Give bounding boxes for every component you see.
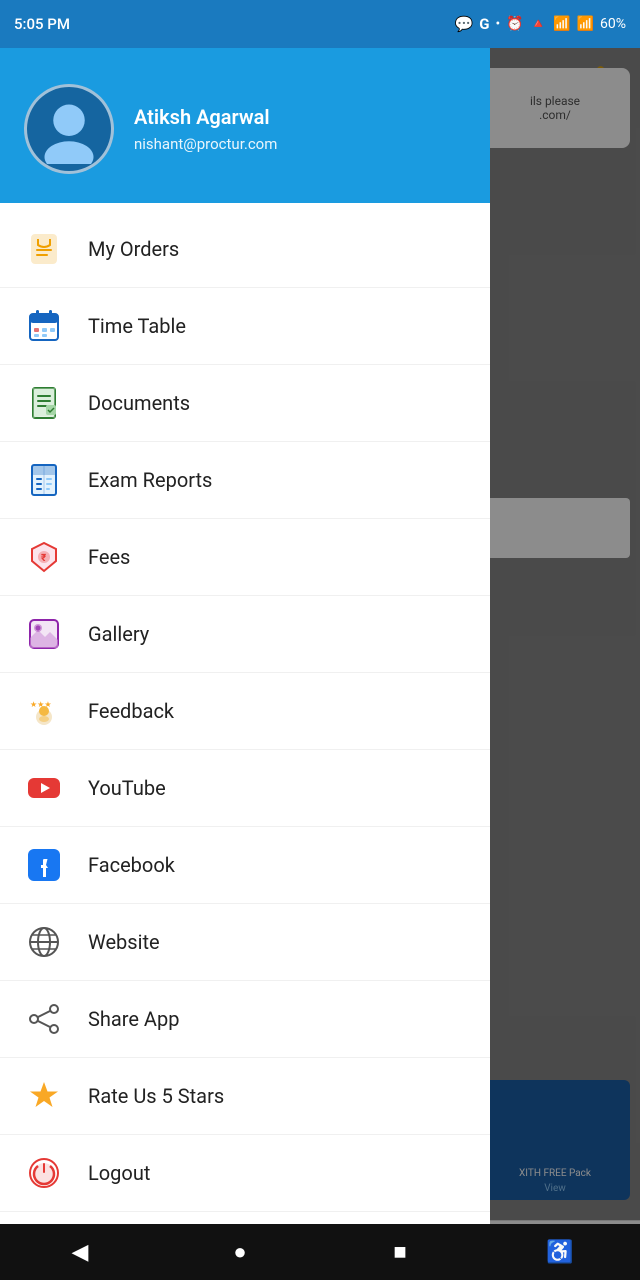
- logout-icon: [24, 1153, 64, 1193]
- share-app-label: Share App: [88, 1007, 179, 1031]
- navigation-bar: ◀ ● ■ ♿: [0, 1224, 640, 1280]
- exam-reports-label: Exam Reports: [88, 468, 212, 492]
- wifi-icon: 📶: [553, 16, 570, 32]
- my-orders-label: My Orders: [88, 237, 179, 261]
- feedback-icon: ★★★: [24, 691, 64, 731]
- menu-item-fees[interactable]: ₹ Fees: [0, 519, 490, 596]
- exam-reports-icon: [24, 460, 64, 500]
- home-button[interactable]: ●: [205, 1224, 275, 1280]
- feedback-label: Feedback: [88, 699, 174, 723]
- signal-bars-icon: 📶: [577, 16, 594, 32]
- user-email: nishant@proctur.com: [134, 135, 277, 153]
- g-icon: G: [479, 15, 489, 33]
- status-icons: 💬 G • ⏰ 🔺 📶 📶 60%: [455, 15, 626, 33]
- battery-icon: 60%: [600, 16, 626, 32]
- back-button[interactable]: ◀: [45, 1224, 115, 1280]
- drawer-header: Atiksh Agarwal nishant@proctur.com: [0, 48, 490, 203]
- avatar: [24, 84, 114, 174]
- my-orders-icon: [24, 229, 64, 269]
- menu-item-facebook[interactable]: Facebook: [0, 827, 490, 904]
- website-icon: [24, 922, 64, 962]
- home-icon: ●: [233, 1239, 246, 1265]
- facebook-icon: [24, 845, 64, 885]
- drawer-overlay[interactable]: [490, 48, 640, 1280]
- recents-icon: ■: [393, 1239, 406, 1265]
- menu-item-youtube[interactable]: YouTube: [0, 750, 490, 827]
- status-time: 5:05 PM: [14, 15, 70, 33]
- facebook-label: Facebook: [88, 853, 175, 877]
- youtube-label: YouTube: [88, 776, 166, 800]
- fees-icon: ₹: [24, 537, 64, 577]
- gallery-icon: [24, 614, 64, 654]
- menu-item-documents[interactable]: Documents: [0, 365, 490, 442]
- menu-item-exam-reports[interactable]: Exam Reports: [0, 442, 490, 519]
- menu-item-time-table[interactable]: Time Table: [0, 288, 490, 365]
- menu-item-gallery[interactable]: Gallery: [0, 596, 490, 673]
- accessibility-button[interactable]: ♿: [525, 1224, 595, 1280]
- gallery-label: Gallery: [88, 622, 149, 646]
- menu-item-rate-us[interactable]: Rate Us 5 Stars: [0, 1058, 490, 1135]
- menu-item-website[interactable]: Website: [0, 904, 490, 981]
- menu-item-feedback[interactable]: ★★★ Feedback: [0, 673, 490, 750]
- time-table-icon: [24, 306, 64, 346]
- menu-item-share-app[interactable]: Share App: [0, 981, 490, 1058]
- documents-icon: [24, 383, 64, 423]
- youtube-icon: [24, 768, 64, 808]
- time-table-label: Time Table: [88, 314, 186, 338]
- user-name: Atiksh Agarwal: [134, 105, 277, 129]
- alarm-icon: ⏰: [506, 16, 523, 32]
- accessibility-icon: ♿: [546, 1240, 573, 1265]
- back-icon: ◀: [72, 1240, 89, 1265]
- svg-text:★★★: ★★★: [30, 700, 52, 709]
- menu-item-my-orders[interactable]: My Orders: [0, 211, 490, 288]
- menu-list: My Orders Time Table: [0, 203, 490, 1280]
- navigation-drawer: Atiksh Agarwal nishant@proctur.com My Or…: [0, 48, 490, 1280]
- status-bar: 5:05 PM 💬 G • ⏰ 🔺 📶 📶 60%: [0, 0, 640, 48]
- logout-label: Logout: [88, 1161, 150, 1185]
- user-info: Atiksh Agarwal nishant@proctur.com: [134, 105, 277, 153]
- fees-label: Fees: [88, 545, 130, 569]
- whatsapp-icon: 💬: [455, 15, 474, 33]
- menu-item-logout[interactable]: Logout: [0, 1135, 490, 1212]
- dot-icon: •: [496, 16, 501, 32]
- share-app-icon: [24, 999, 64, 1039]
- rate-us-label: Rate Us 5 Stars: [88, 1084, 224, 1108]
- rate-us-icon: [24, 1076, 64, 1116]
- svg-text:₹: ₹: [41, 553, 47, 564]
- website-label: Website: [88, 930, 160, 954]
- recents-button[interactable]: ■: [365, 1224, 435, 1280]
- signal-icon: 🔺: [530, 16, 547, 32]
- documents-label: Documents: [88, 391, 190, 415]
